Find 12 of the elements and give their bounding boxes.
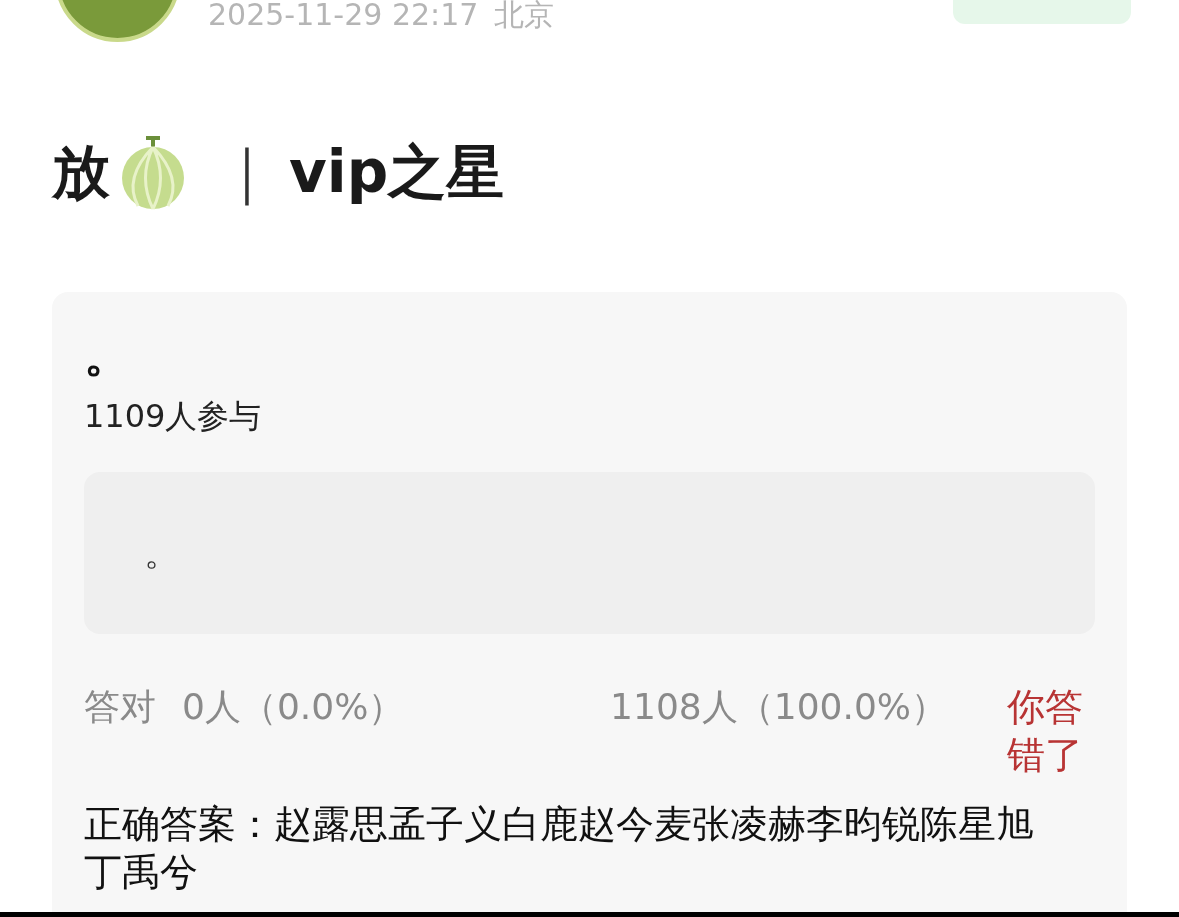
- title-separator: ｜: [218, 136, 275, 208]
- correct-answer-text: 正确答案：赵露思孟子义白鹿赵今麦张凌赫李昀锐陈星旭丁禹兮: [84, 801, 1035, 896]
- quiz-option[interactable]: 。: [84, 472, 1095, 634]
- participant-count: 1109人参与: [84, 396, 263, 436]
- post-location: 北京: [494, 0, 555, 30]
- post-title-text: 放: [52, 143, 110, 201]
- quiz-question: 。: [84, 332, 131, 378]
- post-time: 2025-11-29 22:17: [208, 0, 479, 30]
- wrong-count: 1108人（100.0%）: [610, 685, 947, 729]
- correct-label: 答对: [84, 685, 156, 729]
- correct-count: 0人（0.0%）: [182, 685, 405, 729]
- wrong-answer-notice: 你答错了: [1007, 684, 1084, 779]
